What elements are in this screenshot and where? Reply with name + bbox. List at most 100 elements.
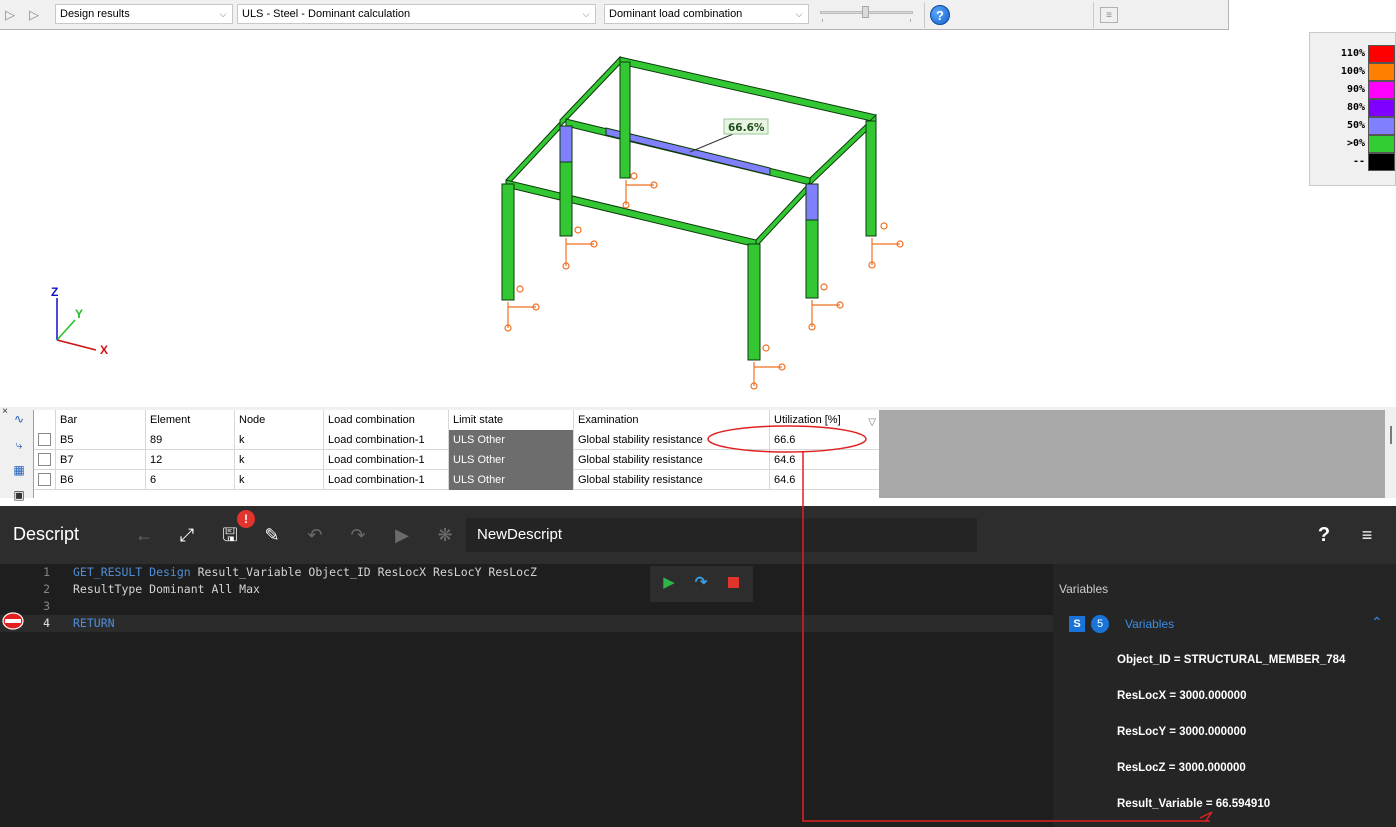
utilized-beam-b5 (605, 127, 771, 176)
back-arrow-icon[interactable]: ← (133, 524, 155, 546)
scale-slider-thumb[interactable] (862, 6, 869, 18)
scrollbar-thumb[interactable] (1390, 426, 1392, 444)
result-group-select[interactable]: Design results ⌵ (55, 4, 233, 24)
save-icon[interactable]: ▣ (11, 487, 27, 503)
table-side-toolbar: ∿ ⤷ ▦ ▣ (0, 407, 32, 502)
code-text: ResultType Dominant All Max (73, 581, 260, 598)
table-row[interactable]: B6 6 k Load combination-1 ULS Other Glob… (34, 470, 879, 490)
model-viewport[interactable]: 66.6% Z Y X (0, 31, 1396, 822)
variable-item: ResLocZ = 3000.000000 (1117, 762, 1246, 774)
code-line: 3 (0, 598, 1053, 615)
line-number: 3 (43, 599, 50, 613)
code-text: GET_RESULT Design Result_Variable Object… (73, 564, 537, 581)
legend-row: >0% (1310, 135, 1396, 153)
menu-list-icon[interactable]: ≡ (1356, 524, 1378, 546)
cell-utilization: 64.6 (770, 470, 879, 490)
undo-icon[interactable]: ↶ (304, 524, 326, 546)
cell-load-combination: Load combination-1 (324, 450, 449, 470)
slider-tick (910, 19, 911, 22)
code-line: 2 ResultType Dominant All Max (0, 581, 1053, 598)
column-header[interactable]: Node (235, 410, 324, 430)
breakpoint-icon[interactable] (2, 612, 24, 630)
filter-icon[interactable]: ▽ (868, 413, 876, 430)
legend-row: 90% (1310, 81, 1396, 99)
variables-section-toggle[interactable]: Variables (1125, 617, 1174, 631)
row-checkbox-cell (34, 450, 56, 470)
table-row[interactable]: B5 89 k Load combination-1 ULS Other Glo… (34, 430, 879, 450)
step-over-icon[interactable]: ↷ (692, 574, 710, 592)
row-checkbox-cell (34, 470, 56, 490)
legend-swatch (1368, 153, 1395, 171)
row-checkbox[interactable] (38, 433, 51, 446)
column-header[interactable]: Load combination (324, 410, 449, 430)
legend-label: -- (1352, 156, 1365, 167)
script-name-input[interactable]: NewDescript (466, 518, 977, 552)
variables-count-badge: 5 (1091, 615, 1109, 633)
combination-select[interactable]: Dominant load combination ⌵ (604, 4, 809, 24)
save-icon[interactable]: 🖫 (219, 524, 241, 546)
save-as-icon[interactable]: ✎ (261, 524, 283, 546)
row-checkbox-cell (34, 430, 56, 450)
column-header-utilization[interactable]: Utilization [%] ▽ (770, 410, 879, 430)
chevron-down-icon: ⌵ (219, 9, 227, 19)
row-checkbox[interactable] (38, 453, 51, 466)
run-icon[interactable]: ▶ (391, 524, 413, 546)
code-editor[interactable]: 1 GET_RESULT Design Result_Variable Obje… (0, 564, 1053, 827)
help-icon[interactable]: ? (1313, 524, 1335, 546)
legend-swatch (1368, 99, 1395, 117)
column-header[interactable]: Bar (56, 410, 146, 430)
debug-bug-icon[interactable]: ❋ (434, 524, 456, 546)
legend-row: -- (1310, 153, 1396, 171)
toolbar-blank (1228, 0, 1396, 30)
column-header[interactable]: Limit state (449, 410, 574, 430)
column-header[interactable]: Element (146, 410, 235, 430)
toolbar-separator (1093, 2, 1094, 28)
legend-label: 80% (1346, 102, 1365, 113)
axis-x-label: X (100, 343, 108, 357)
legend-swatch (1368, 135, 1395, 153)
continue-icon[interactable]: ▶ (660, 574, 678, 592)
variables-panel-title: Variables (1059, 582, 1109, 596)
legend-swatch (1368, 63, 1395, 81)
cell-load-combination: Load combination-1 (324, 430, 449, 450)
result-type-select[interactable]: ULS - Steel - Dominant calculation ⌵ (237, 4, 596, 24)
toolbar-separator (924, 2, 925, 28)
header-checkbox-column (34, 410, 56, 430)
close-icon[interactable]: × (0, 407, 10, 417)
utilization-label: 66.6% (728, 122, 765, 134)
cell-node: k (235, 450, 324, 470)
redo-icon[interactable]: ↷ (347, 524, 369, 546)
graph-icon[interactable]: ∿ (11, 411, 27, 427)
frame-structure (501, 55, 877, 361)
code-line: 1 GET_RESULT Design Result_Variable Obje… (0, 564, 1053, 581)
variable-item: ResLocY = 3000.000000 (1117, 726, 1247, 738)
cell-node: k (235, 470, 324, 490)
settings-grid-icon[interactable]: ≡ (1100, 7, 1118, 23)
legend-label: 110% (1340, 48, 1365, 59)
legend-row: 80% (1310, 99, 1396, 117)
results-nav-forward-icon[interactable]: ▷ (26, 7, 42, 23)
chevron-up-icon[interactable]: ⌃ (1371, 614, 1383, 631)
collapse-icon[interactable]: ⤢ (176, 524, 198, 546)
variable-item: Result_Variable = 66.594910 (1117, 798, 1271, 810)
select-in-model-icon[interactable]: ⤷ (11, 437, 27, 453)
slider-tick (822, 19, 823, 22)
stop-icon[interactable] (724, 574, 742, 592)
variable-item: Object_ID = STRUCTURAL_MEMBER_784 (1117, 654, 1346, 666)
legend-label: 100% (1340, 66, 1365, 77)
line-number: 2 (43, 582, 50, 596)
help-button[interactable]: ? (930, 5, 950, 25)
table-scrollbar[interactable] (1385, 410, 1396, 498)
table-icon[interactable]: ▦ (11, 462, 27, 478)
legend-swatch (1368, 81, 1395, 99)
cell-examination: Global stability resistance (574, 430, 770, 450)
cell-limit-state: ULS Other (449, 430, 574, 450)
debug-controls: ▶ ↷ (650, 566, 753, 602)
row-checkbox[interactable] (38, 473, 51, 486)
cell-bar: B5 (56, 430, 146, 450)
table-row[interactable]: B7 12 k Load combination-1 ULS Other Glo… (34, 450, 879, 470)
cell-element: 89 (146, 430, 235, 450)
column-header[interactable]: Examination (574, 410, 770, 430)
descript-panel: Descript ← ⤢ 🖫 ! ✎ ↶ ↷ ▶ ❋ NewDescript ?… (0, 506, 1396, 827)
results-nav-back-icon[interactable]: ▷ (2, 7, 18, 23)
